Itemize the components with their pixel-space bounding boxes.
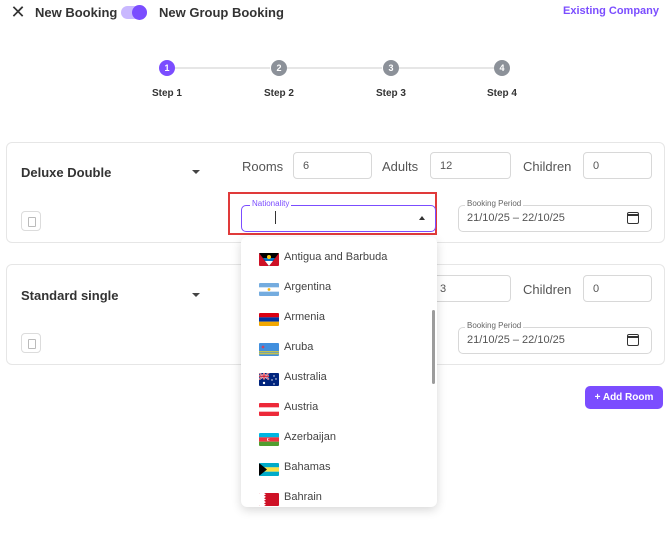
step-connector — [399, 67, 494, 69]
room-type-name: Deluxe Double — [21, 165, 112, 180]
option-label: Austria — [284, 401, 319, 413]
booking-period-value: 21/10/25 – 22/10/25 — [467, 212, 565, 224]
nationality-option[interactable]: Azerbaijan — [241, 424, 431, 454]
new-booking-label: New Booking — [35, 5, 118, 20]
children-label: Children — [523, 159, 572, 174]
step-connector — [287, 67, 382, 69]
calendar-icon[interactable] — [627, 334, 639, 346]
booking-period-value: 21/10/25 – 22/10/25 — [467, 334, 565, 346]
dropdown-scrollbar[interactable] — [432, 310, 435, 384]
nationality-option[interactable]: Austria — [241, 394, 431, 424]
austria-flag-icon — [259, 403, 279, 416]
option-label: Argentina — [284, 281, 332, 293]
text-cursor — [275, 211, 276, 224]
nationality-option[interactable]: Bahrain — [241, 484, 431, 507]
group-booking-toggle[interactable] — [121, 5, 147, 20]
booking-period-label: Booking Period — [465, 199, 524, 208]
step-3-indicator[interactable]: 3 — [383, 60, 399, 76]
step-4-label: Step 4 — [486, 88, 517, 99]
australia-flag-icon — [259, 373, 279, 386]
room-type-name: Standard single — [21, 288, 119, 303]
step-4-indicator[interactable]: 4 — [494, 60, 510, 76]
nationality-select[interactable] — [241, 205, 436, 232]
antigua-barbuda-flag-icon — [259, 253, 279, 266]
armenia-flag-icon — [259, 313, 279, 326]
bahrain-flag-icon — [259, 493, 279, 506]
existing-company-link[interactable]: Existing Company — [563, 5, 659, 17]
nationality-option[interactable]: Australia — [241, 364, 431, 394]
room-type-dropdown-icon[interactable] — [192, 170, 200, 174]
option-label: Armenia — [284, 311, 325, 323]
add-room-button[interactable]: + Add Room — [585, 386, 663, 409]
step-3-label: Step 3 — [375, 88, 406, 99]
children-input[interactable]: 0 — [583, 275, 652, 302]
aruba-flag-icon — [259, 343, 279, 356]
option-label: Bahrain — [284, 491, 322, 503]
option-label: Azerbaijan — [284, 431, 336, 443]
adults-label: Adults — [382, 159, 419, 174]
room-type-dropdown-icon[interactable] — [192, 293, 200, 297]
azerbaijan-flag-icon — [259, 433, 279, 446]
bahamas-flag-icon — [259, 463, 279, 476]
toggle-knob — [132, 5, 147, 20]
chevron-up-icon[interactable] — [419, 216, 425, 220]
option-label: Aruba — [284, 341, 314, 353]
step-2-indicator[interactable]: 2 — [271, 60, 287, 76]
argentina-flag-icon — [259, 283, 279, 296]
booking-period-label: Booking Period — [465, 321, 524, 330]
option-label: Australia — [284, 371, 327, 383]
nationality-option[interactable]: Antigua and Barbuda — [241, 244, 431, 274]
nationality-option[interactable]: Aruba — [241, 334, 431, 364]
option-label: Bahamas — [284, 461, 331, 473]
step-2-label: Step 2 — [263, 88, 294, 99]
step-connector — [175, 67, 270, 69]
nationality-option[interactable]: Bahamas — [241, 454, 431, 484]
delete-room-icon[interactable] — [21, 211, 41, 231]
nationality-dropdown[interactable]: Antigua and Barbuda Argentina Armenia Ar… — [241, 237, 437, 507]
delete-room-icon[interactable] — [21, 333, 41, 353]
option-label: Antigua and Barbuda — [284, 251, 388, 263]
close-icon[interactable]: ✕ — [10, 3, 26, 21]
calendar-icon[interactable] — [627, 212, 639, 224]
rooms-input[interactable]: 6 — [293, 152, 372, 179]
children-label: Children — [523, 282, 572, 297]
adults-input[interactable]: 12 — [430, 152, 511, 179]
new-group-booking-label: New Group Booking — [159, 5, 284, 20]
rooms-label: Rooms — [242, 159, 284, 174]
nationality-option[interactable]: Argentina — [241, 274, 431, 304]
step-1-indicator[interactable]: 1 — [159, 60, 175, 76]
nationality-label: Nationality — [250, 199, 292, 208]
step-1-label: Step 1 — [151, 88, 182, 99]
children-input[interactable]: 0 — [583, 152, 652, 179]
nationality-option[interactable]: Armenia — [241, 304, 431, 334]
adults-input[interactable]: 3 — [430, 275, 511, 302]
